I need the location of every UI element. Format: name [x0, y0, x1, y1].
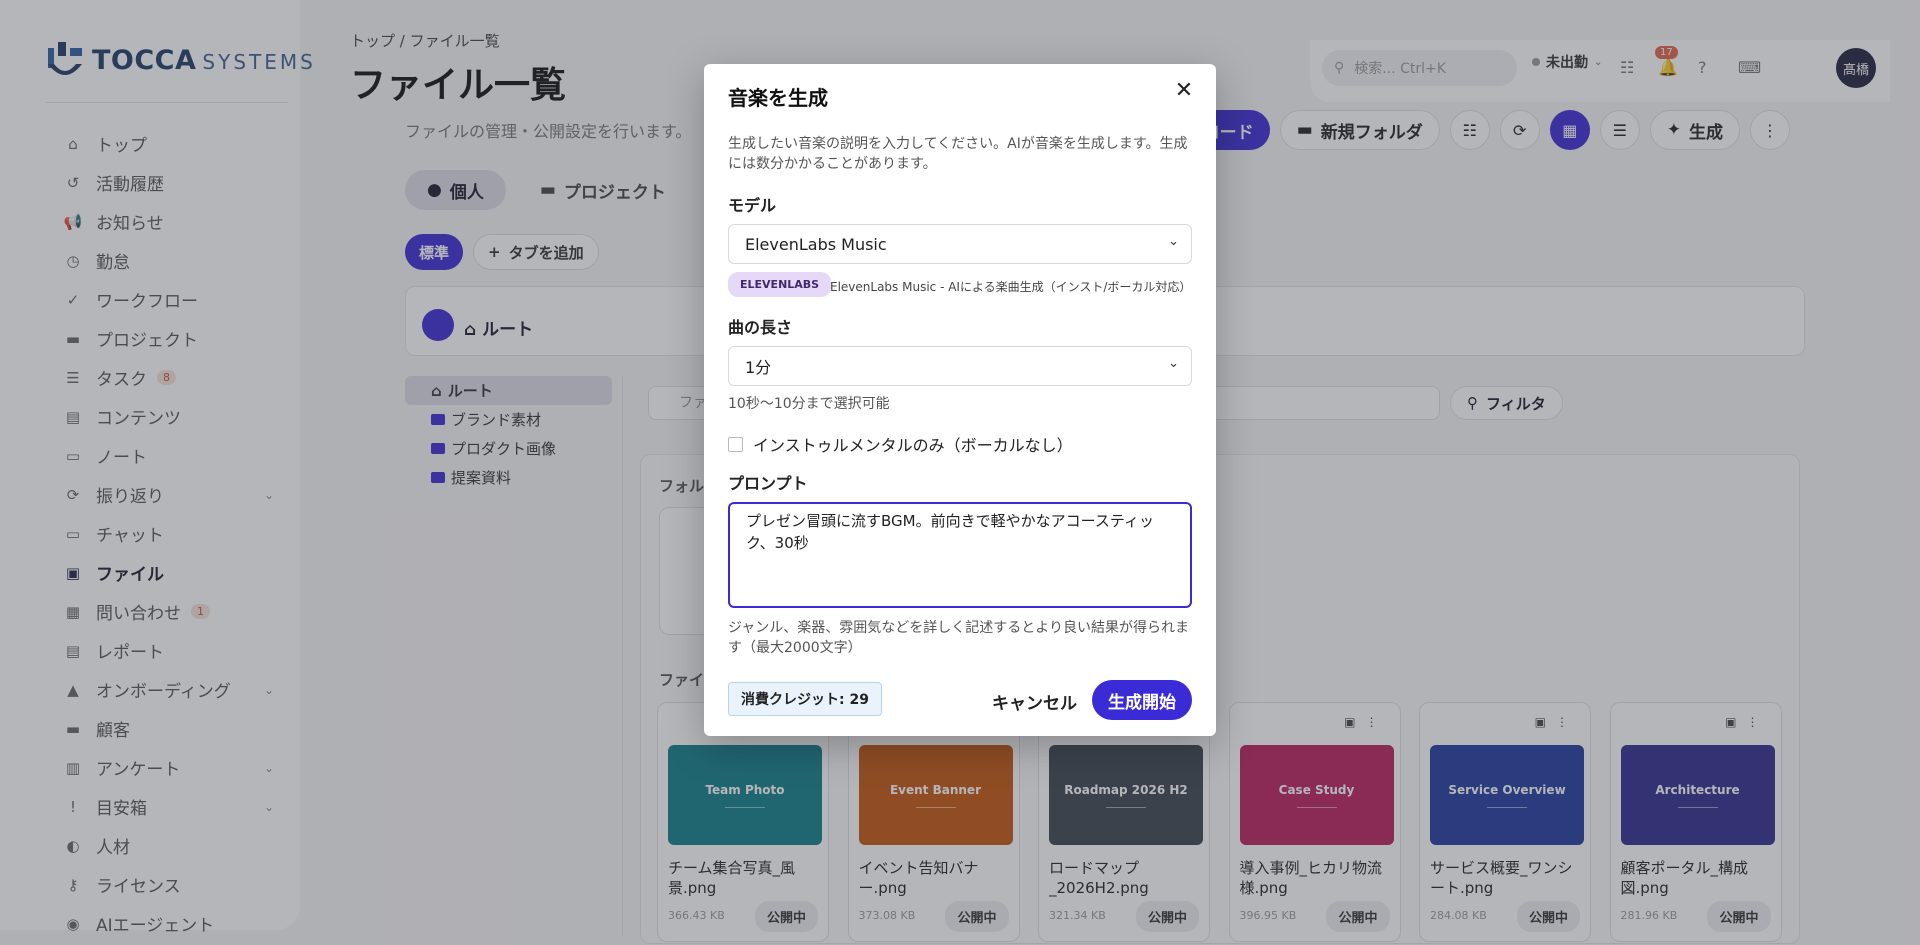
prompt-label: プロンプト [728, 474, 808, 493]
instrumental-label: インストゥルメンタルのみ（ボーカルなし） [753, 436, 1073, 455]
length-label: 曲の長さ [728, 318, 793, 337]
length-select[interactable]: 1分 ⌄ [728, 346, 1192, 386]
prompt-textarea[interactable]: プレゼン冒頭に流すBGM。前向きで軽やかなアコースティック、30秒 [728, 502, 1192, 608]
provider-description: ElevenLabs Music - AIによる楽曲生成（インスト/ボーカル対応… [830, 280, 1192, 294]
cancel-button[interactable]: キャンセル [976, 682, 1093, 720]
dialog-title: 音楽を生成 [728, 86, 828, 110]
chevron-down-icon: ⌄ [1168, 234, 1179, 249]
dialog-description: 生成したい音楽の説明を入力してください。AIが音楽を生成します。生成には数分かか… [728, 136, 1188, 172]
prompt-hint: ジャンル、楽器、雰囲気などを詳しく記述するとより良い結果が得られます（最大200… [728, 620, 1190, 656]
generate-music-dialog: 音楽を生成 ✕ 生成したい音楽の説明を入力してください。AIが音楽を生成します。… [704, 64, 1216, 736]
credit-cost-badge: 消費クレジット: 29 [728, 682, 882, 716]
model-select[interactable]: ElevenLabs Music ⌄ [728, 224, 1192, 264]
model-select-value: ElevenLabs Music [745, 234, 887, 254]
chevron-down-icon: ⌄ [1168, 356, 1179, 371]
provider-badge: ELEVENLABS [728, 272, 832, 297]
length-select-value: 1分 [745, 358, 772, 377]
length-hint: 10秒〜10分まで選択可能 [728, 396, 890, 412]
close-icon[interactable]: ✕ [1170, 76, 1198, 104]
model-label: モデル [728, 196, 777, 215]
instrumental-option[interactable]: インストゥルメンタルのみ（ボーカルなし） [728, 432, 1073, 456]
start-generation-button[interactable]: 生成開始 [1092, 680, 1192, 720]
instrumental-checkbox[interactable] [728, 436, 743, 452]
